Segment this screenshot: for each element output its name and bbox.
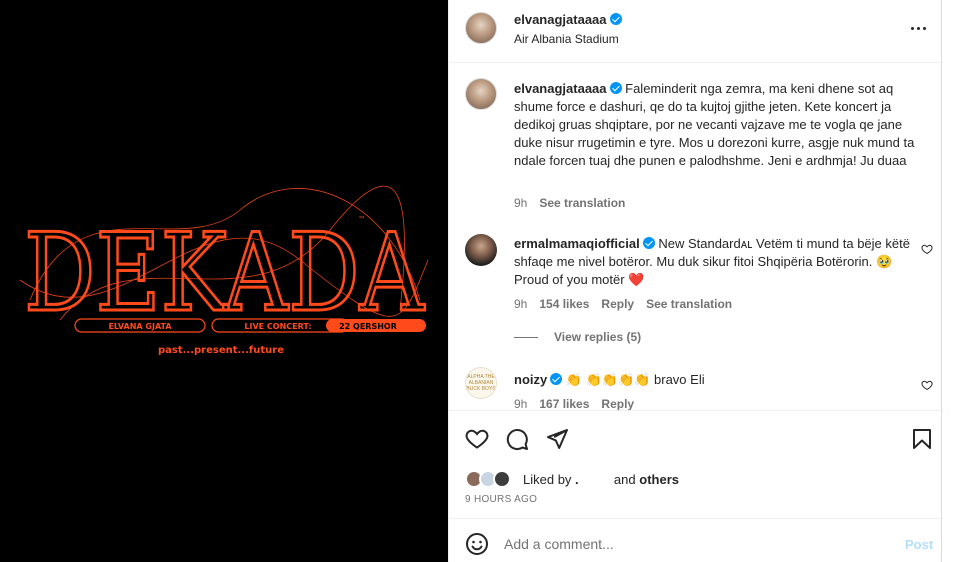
comment-meta: 9h 154 likes Reply See translation xyxy=(514,297,732,311)
post-timestamp[interactable]: 9 HOURS AGO xyxy=(465,494,537,505)
post-details-panel: elvanagjataaaa Air Albania Stadium elvan… xyxy=(448,0,949,562)
comment-reply-button[interactable]: Reply xyxy=(601,397,634,410)
caption-see-translation[interactable]: See translation xyxy=(539,196,625,210)
caption-username[interactable]: elvanagjataaaa xyxy=(514,81,607,96)
verified-badge-icon xyxy=(609,13,622,25)
liked-by-label: Liked by xyxy=(523,472,572,487)
add-comment-bar: Post xyxy=(449,518,949,562)
view-replies-button[interactable]: View replies (5) xyxy=(514,330,641,344)
heart-icon[interactable] xyxy=(465,427,489,451)
caption-meta: 9h See translation xyxy=(514,196,625,210)
comment-input[interactable] xyxy=(504,531,884,557)
caption-text-block: elvanagjataaaa Faleminderit nga zemra, m… xyxy=(514,80,924,170)
window-edge xyxy=(941,0,948,562)
liked-others-link[interactable]: others xyxy=(639,472,679,487)
poster-date: 22 QERSHOR xyxy=(339,322,397,331)
liked-by-user[interactable]: . xyxy=(575,472,579,487)
author-username-row[interactable]: elvanagjataaaa xyxy=(514,12,622,27)
liked-by-text: Liked by . and others xyxy=(523,472,679,487)
poster-logo-text: DEKADA xyxy=(24,211,426,336)
comment-reply-button[interactable]: Reply xyxy=(601,297,634,311)
caption-time[interactable]: 9h xyxy=(514,196,527,210)
poster-artist: ELVANA GJATA xyxy=(108,322,172,331)
comments-list[interactable]: elvanagjataaaa Faleminderit nga zemra, m… xyxy=(449,64,949,410)
post-media[interactable]: DEKADA ™ ELVANA GJATA LIVE CONCERT: 22 Q… xyxy=(0,0,448,562)
verified-badge-icon xyxy=(642,237,655,249)
author-avatar[interactable] xyxy=(465,12,497,44)
view-replies-label[interactable]: View replies (5) xyxy=(554,330,641,344)
poster-tagline: past...present...future xyxy=(158,345,284,356)
comment-likes-count[interactable]: 167 likes xyxy=(539,397,589,410)
emoji-icon[interactable] xyxy=(465,532,489,556)
verified-badge-icon xyxy=(609,82,622,94)
replies-divider-line xyxy=(514,336,538,338)
comment-text: 👏 👏👏👏👏 bravo Eli xyxy=(565,372,705,387)
comment-username[interactable]: ermalmamaqiofficial xyxy=(514,236,640,251)
liked-by-avatars[interactable] xyxy=(465,470,521,488)
bookmark-icon[interactable] xyxy=(910,427,934,451)
poster-trademark: ™ xyxy=(358,215,366,224)
share-icon[interactable] xyxy=(545,427,569,451)
dekada-poster: DEKADA ™ ELVANA GJATA LIVE CONCERT: 22 Q… xyxy=(19,185,429,356)
comment-like-heart-icon[interactable] xyxy=(921,243,933,255)
comment-icon[interactable] xyxy=(505,427,529,451)
author-username[interactable]: elvanagjataaaa xyxy=(514,12,607,27)
post-comment-button[interactable]: Post xyxy=(905,537,933,552)
comment-likes-count[interactable]: 154 likes xyxy=(539,297,589,311)
poster-event: LIVE CONCERT: xyxy=(244,322,311,331)
comment-time[interactable]: 9h xyxy=(514,297,527,311)
more-options-icon[interactable] xyxy=(904,16,932,40)
comment-username[interactable]: noizy xyxy=(514,372,547,387)
instagram-post-modal: DEKADA ™ ELVANA GJATA LIVE CONCERT: 22 Q… xyxy=(0,0,955,562)
post-location[interactable]: Air Albania Stadium xyxy=(514,32,619,46)
post-header: elvanagjataaaa Air Albania Stadium xyxy=(449,0,949,63)
liked-and-label: and xyxy=(613,472,636,487)
liker-avatar xyxy=(493,470,511,488)
post-actions-bar: Liked by . and others 9 HOURS AGO xyxy=(449,410,949,518)
caption-author-avatar[interactable] xyxy=(465,78,497,110)
commenter-avatar[interactable] xyxy=(465,234,497,266)
commenter-avatar-noizy[interactable]: ALPHA THE ALBANIAN BUCK BOYS xyxy=(465,367,497,399)
comment-text-block: noizy 👏 👏👏👏👏 bravo Eli xyxy=(514,371,924,389)
comment-text-block: ermalmamaqiofficial New Standardᴀʟ Vetëm… xyxy=(514,235,914,289)
noizy-avatar-logo-text: ALPHA THE ALBANIAN BUCK BOYS xyxy=(466,374,496,392)
comment-like-heart-icon[interactable] xyxy=(921,379,933,391)
comment-see-translation[interactable]: See translation xyxy=(646,297,732,311)
verified-badge-icon xyxy=(550,373,563,385)
comment-time[interactable]: 9h xyxy=(514,397,527,410)
comment-meta: 9h 167 likes Reply xyxy=(514,397,634,410)
